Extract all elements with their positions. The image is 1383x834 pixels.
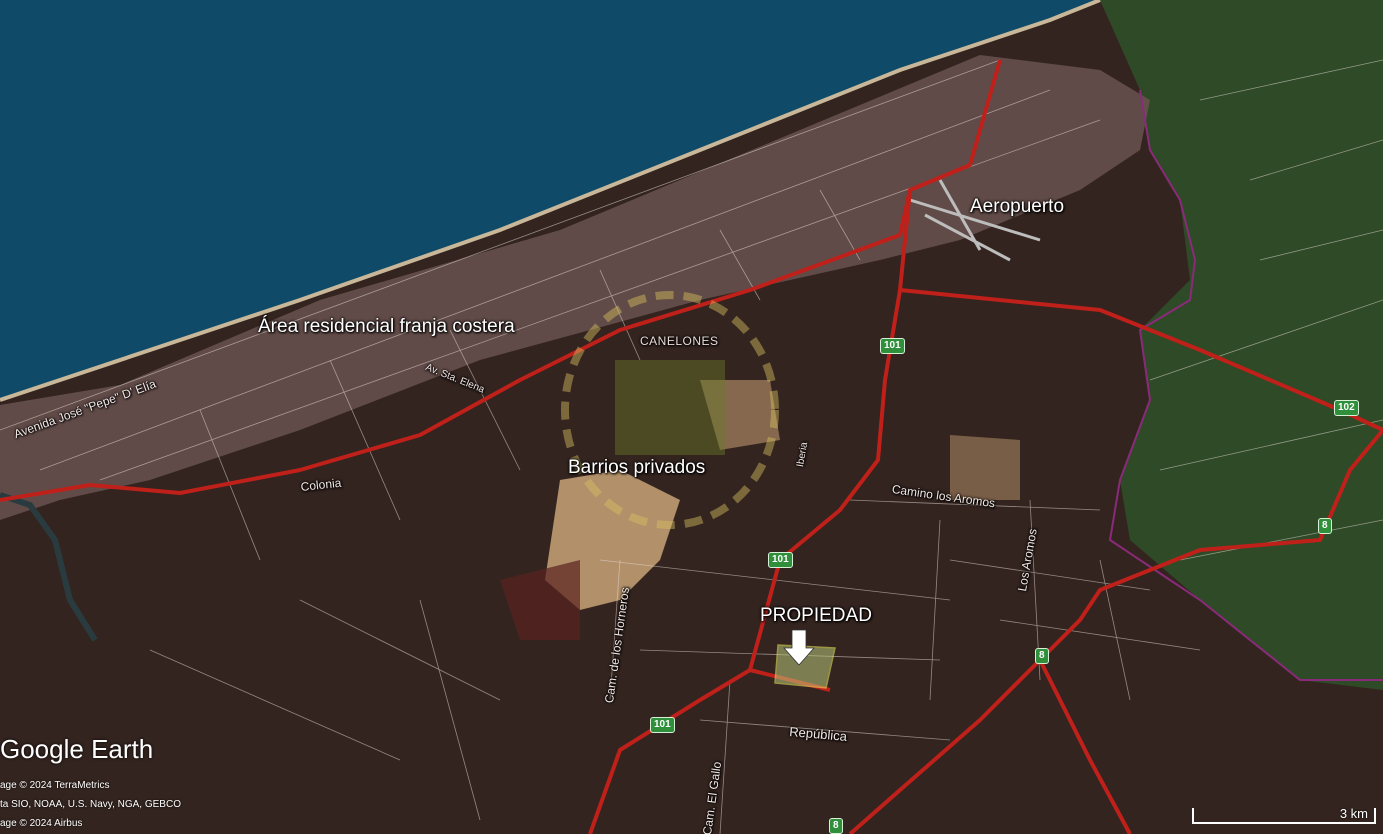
route-101-shield: 101 — [768, 552, 793, 568]
credit-line: age © 2024 TerraMetrics — [0, 780, 110, 791]
satellite-map[interactable]: Aeropuerto Área residencial franja coste… — [0, 0, 1383, 834]
route-102-shield: 102 — [1334, 400, 1359, 416]
route-8-shield: 8 — [1318, 518, 1332, 534]
credit-line: age © 2024 Airbus — [0, 818, 83, 829]
credit-line: ta SIO, NOAA, U.S. Navy, NGA, GEBCO — [0, 799, 181, 810]
route-101-shield: 101 — [650, 717, 675, 733]
google-earth-logo: Google Earth — [0, 734, 154, 764]
barrios-privados-label: Barrios privados — [568, 457, 706, 478]
map-base-layer — [0, 0, 1383, 834]
canelones-town-label: CANELONES — [640, 334, 719, 348]
scale-bar-label: 3 km — [1339, 806, 1368, 821]
scale-bar: 3 km — [1192, 806, 1376, 824]
route-8-shield: 8 — [1035, 648, 1049, 664]
aeropuerto-label: Aeropuerto — [970, 196, 1065, 217]
route-101-shield: 101 — [880, 338, 905, 354]
route-8-shield: 8 — [829, 818, 843, 834]
imagery-credits: age © 2024 TerraMetrics ta SIO, NOAA, U.… — [0, 776, 181, 833]
propiedad-label: PROPIEDAD — [760, 605, 872, 626]
sandy-patch-east — [950, 435, 1020, 500]
area-residencial-label: Área residencial franja costera — [258, 316, 515, 337]
